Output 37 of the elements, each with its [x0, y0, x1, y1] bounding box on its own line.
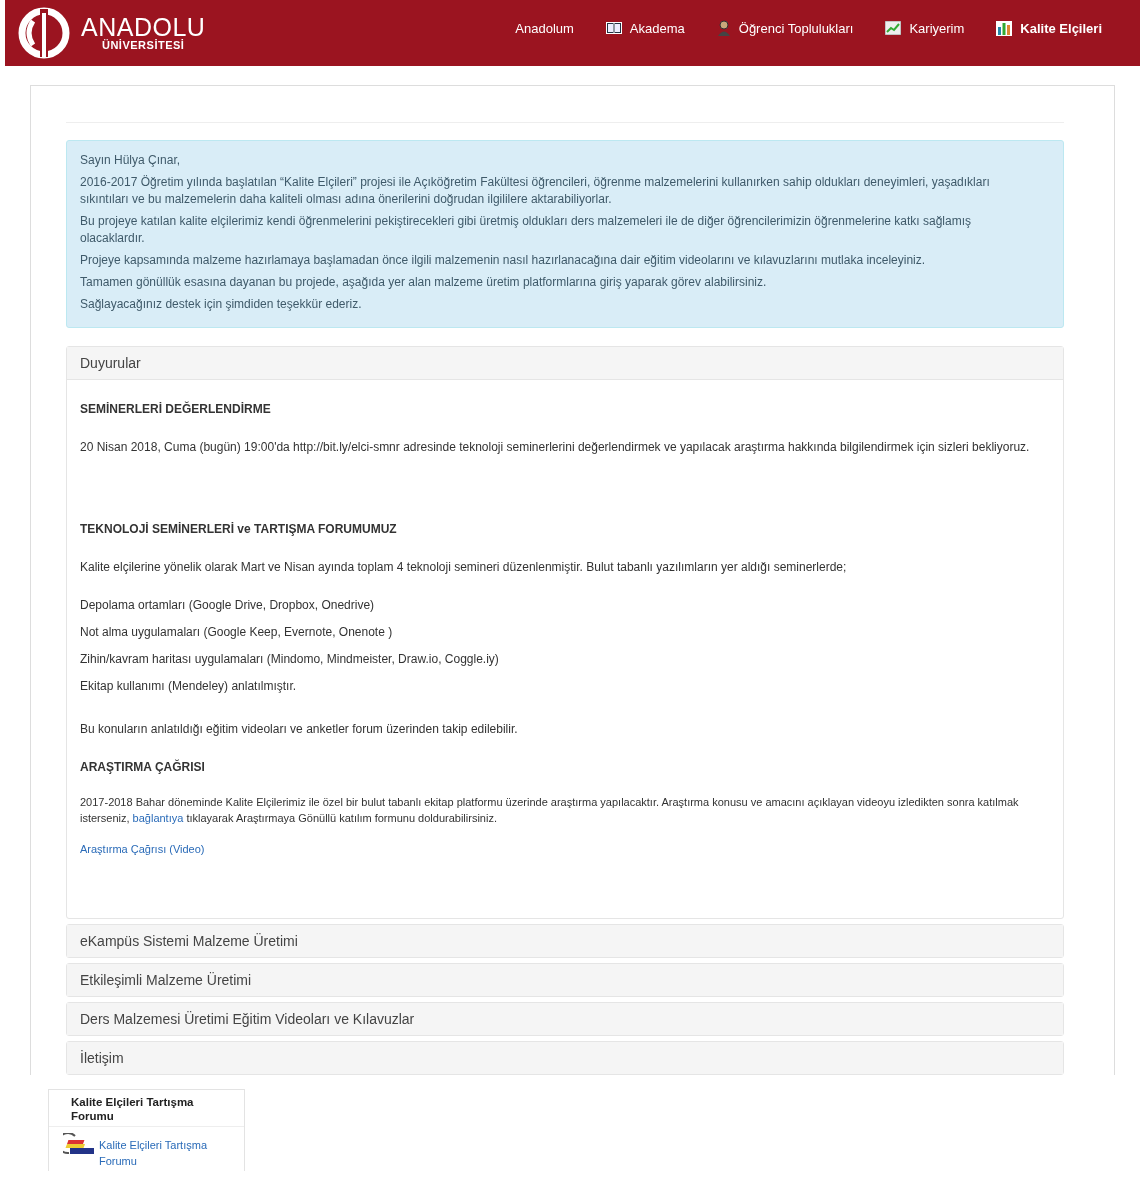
nav-link[interactable]: Akadema — [605, 20, 685, 36]
welcome-paragraph: Tamamen gönüllük esasına dayanan bu projede, aşağıda yer alan malzeme üretim platformlarına giriş yaparak görev alabilirsiniz. — [80, 274, 768, 291]
announcement-text: Bu konuların anlatıldığı eğitim videoları ve anketler forum üzerinden takip edilebilir. — [80, 722, 519, 736]
announcement-text: 2017-2018 Bahar döneminde Kalite Elçilerimiz ile özel bir bulut tabanlı ekitap platformu üzerinde araştırma yapılacaktır. Araştırma konusu ve amacını açıklayan videoyu izledikten sonra katılmak isterseniz, bağlantıya tıklayarak Araştırmaya Gönüllü katılım formunu doldurabilirsiniz. — [80, 795, 1020, 826]
nav-link[interactable]: Kalite Elçileri — [996, 20, 1102, 36]
bar-chart-icon — [996, 20, 1013, 36]
announcement-text: Kalite elçilerine yönelik olarak Mart ve Nisan ayında toplam 4 teknoloji semineri düzenlenmiştir. Bulut tabanlı yazılımların yer aldığı seminerlerde; — [80, 560, 848, 574]
text-link[interactable]: bağlantıya — [132, 812, 184, 824]
accordion-header[interactable]: Duyurular — [67, 347, 1063, 380]
accordion-header[interactable]: İletişim — [67, 1042, 1063, 1074]
block-title: Kalite Elçileri Tartışma Forumu — [49, 1090, 244, 1127]
welcome-paragraph: Projeye kapsamında malzeme hazırlamaya başlamadan önce ilgili malzemenin nasıl hazırlanacağına dair eğitim videolarını ve kılavuzlarını mutlaka inceleyiniz. — [80, 252, 927, 269]
announcement-text: 20 Nisan 2018, Cuma (bugün) 19:00'da http://bit.ly/elci-smnr adresinde teknoloji seminerlerini değerlendirmek ve yapılacak araştırma hakkında bilgilendirmek için sizleri bekliyoruz. — [80, 440, 1031, 454]
welcome-paragraph: Sayın Hülya Çınar, — [80, 152, 182, 169]
list-item-text: Ekitap kullanımı (Mendeley) anlatılmıştır. — [80, 679, 298, 693]
list-item-text: Zihin/kavram haritası uygulamaları (Mindomo, Mindmeister, Draw.io, Coggle.iy) — [80, 652, 500, 666]
list-item-text: Not alma uygulamaları (Google Keep, Evernote, Onenote ) — [80, 625, 394, 639]
nav-link[interactable]: Anadolum — [515, 20, 574, 36]
nav-link[interactable]: Öğrenci Toplulukları — [716, 20, 854, 36]
announcement-heading: TEKNOLOJİ SEMİNERLERİ ve TARTIŞMA FORUMUMUZ — [80, 522, 398, 536]
forum-link[interactable]: Kalite Elçileri Tartışma Forumu — [99, 1133, 234, 1169]
welcome-paragraph: Sağlayacağınız destek için şimdiden teşekkür ederiz. — [80, 296, 363, 313]
welcome-paragraph: Bu projeye katılan kalite elçilerimiz kendi öğrenmelerini pekiştirecekleri gibi üretmiş oldukları ders malzemeleri ile de diğer öğrencilerimizin öğrenmelerine katkı sağlamış olacaklardır. — [80, 213, 973, 247]
nav-link[interactable]: Kariyerim — [885, 20, 965, 36]
list-item-text: Depolama ortamları (Google Drive, Dropbox, Onedrive) — [80, 598, 376, 612]
accordion-header[interactable]: Etkileşimli Malzeme Üretimi — [67, 964, 1063, 996]
accordion-header[interactable]: Ders Malzemesi Üretimi Eğitim Videoları ve Kılavuzlar — [67, 1003, 1063, 1035]
book-icon — [605, 21, 622, 35]
logo-name: ANADOLU — [81, 15, 206, 39]
announcement-heading: SEMİNERLERİ DEĞERLENDİRME — [80, 402, 272, 416]
accordion-header[interactable]: eKampüs Sistemi Malzeme Üretimi — [67, 925, 1063, 957]
announcement-heading: ARAŞTIRMA ÇAĞRISI — [80, 760, 206, 774]
logo-subtitle: ÜNİVERSİTESİ — [101, 39, 186, 51]
video-link[interactable]: Araştırma Çağrısı (Video) — [80, 843, 205, 855]
person-icon — [716, 20, 731, 36]
chart-check-icon — [885, 21, 902, 35]
welcome-paragraph: 2016-2017 Öğretim yılında başlatılan “Kalite Elçileri” projesi ile Açıköğretim Fakültesi öğrencileri, öğrenme malzemelerini kullanırken sahip oldukları deneyimleri, yaşadıkları sıkıntıları ve bu malzemelerin daha kaliteli olması adına önerilerini doğrudan ilgililere aktarabiliyorlar. — [80, 174, 991, 208]
